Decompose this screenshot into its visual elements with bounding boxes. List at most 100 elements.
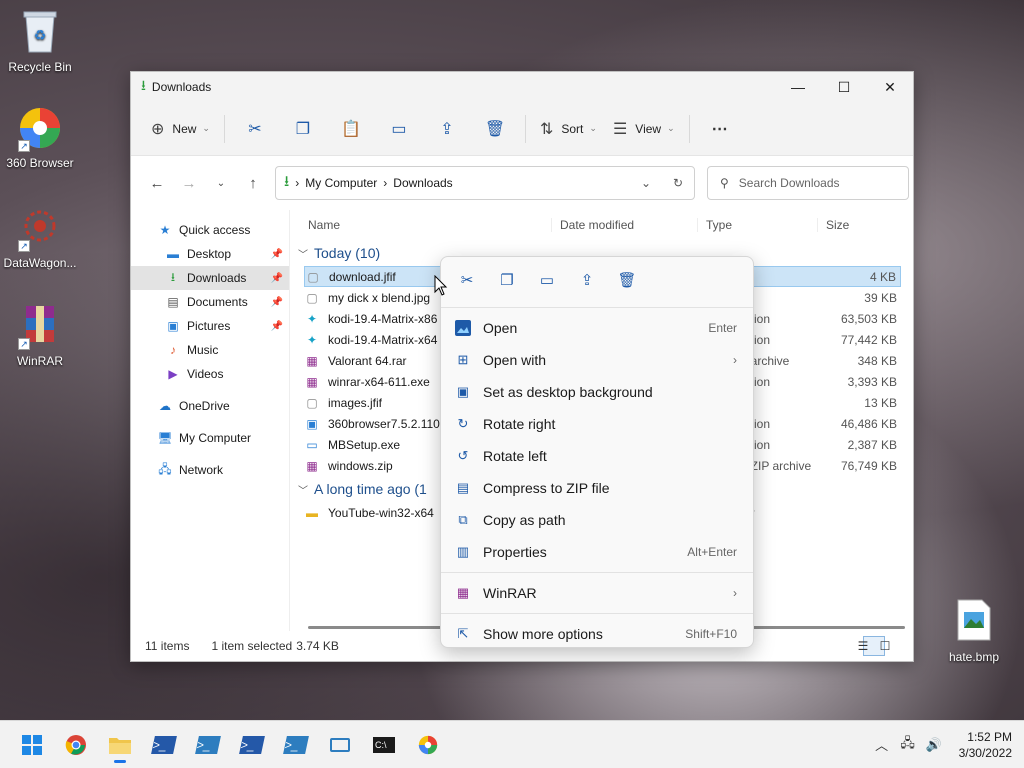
column-header-type[interactable]: Type xyxy=(698,218,818,232)
properties-icon: ▥ xyxy=(456,544,470,559)
new-button[interactable]: ⊕ New ⌄ xyxy=(143,112,218,146)
menu-item-set-desktop-background[interactable]: ▣ Set as desktop background xyxy=(441,376,753,408)
desktop-icon-360-browser[interactable]: ↗ 360 Browser xyxy=(0,104,80,170)
rename-button[interactable]: ▭ xyxy=(375,112,423,146)
nav-pictures[interactable]: ▣ Pictures 📌 xyxy=(131,314,289,338)
maximize-button[interactable]: ☐ xyxy=(821,72,867,102)
nav-videos[interactable]: ▶ Videos xyxy=(131,362,289,386)
address-history-button[interactable]: ⌄ xyxy=(630,176,662,190)
nav-onedrive[interactable]: ☁ OneDrive xyxy=(131,394,289,418)
taskbar-powershell-1[interactable]: >_ xyxy=(142,725,186,765)
taskbar-powershell-2[interactable]: >_ xyxy=(186,725,230,765)
taskbar-chrome[interactable] xyxy=(54,725,98,765)
item-count: 11 items xyxy=(145,639,190,653)
toolbar-separator xyxy=(688,114,690,143)
nav-quick-access[interactable]: ★ Quick access xyxy=(131,218,289,242)
clock[interactable]: 1:52 PM 3/30/2022 xyxy=(959,729,1012,761)
nav-label: Desktop xyxy=(187,247,232,261)
tiles-view-button[interactable]: ☐ xyxy=(880,636,907,656)
menu-item-label: Compress to ZIP file xyxy=(483,480,610,496)
taskbar-powershell-4[interactable]: >_ xyxy=(274,725,318,765)
title-bar[interactable]: ⭳ Downloads — ☐ ✕ xyxy=(131,72,913,102)
list-view-icon: ☰ xyxy=(612,120,628,138)
search-box[interactable]: ⚲ Search Downloads xyxy=(707,166,909,200)
close-button[interactable]: ✕ xyxy=(867,72,913,102)
recent-locations-button[interactable]: ⌄ xyxy=(205,178,237,189)
cut-button[interactable]: ✂ xyxy=(231,112,279,146)
desktop-icon-datawagon[interactable]: ↗ DataWagon... xyxy=(0,204,80,270)
search-placeholder: Search Downloads xyxy=(738,176,840,190)
copy-button[interactable]: ❐ xyxy=(279,112,327,146)
powershell-icon: >_ xyxy=(151,735,177,754)
chevron-down-icon: ﹀ xyxy=(298,249,308,261)
kodi-icon: ✦ xyxy=(306,311,318,326)
taskbar-360-browser[interactable] xyxy=(406,725,450,765)
shortcut-arrow-icon: ↗ xyxy=(18,240,30,252)
minimize-button[interactable]: — xyxy=(775,72,821,102)
volume-button[interactable]: 🔊 xyxy=(921,737,947,753)
rotate-left-icon: ↺ xyxy=(457,448,469,463)
forward-button[interactable]: → xyxy=(173,175,205,192)
nav-label: Videos xyxy=(187,367,224,381)
refresh-button[interactable]: ↻ xyxy=(662,176,694,190)
address-bar[interactable]: ⭳ › My Computer › Downloads ⌄ ↻ xyxy=(275,166,695,200)
menu-item-open-with[interactable]: ⊞ Open with › xyxy=(441,344,753,376)
view-button[interactable]: ☰ View ⌄ xyxy=(605,112,683,146)
taskbar-file-explorer[interactable] xyxy=(98,725,142,765)
delete-button[interactable]: 🗑 xyxy=(471,112,519,146)
pin-icon: 📌 xyxy=(270,296,283,308)
taskbar-terminal[interactable]: C:\ xyxy=(362,725,406,765)
menu-item-properties[interactable]: ▥ Properties Alt+Enter xyxy=(441,536,753,568)
copy-path-icon: ⧉ xyxy=(458,512,468,527)
selection-size: 3.74 KB xyxy=(296,639,339,653)
show-hidden-icons-button[interactable]: ︿ xyxy=(869,735,895,754)
sort-button[interactable]: ⇅ Sort ⌄ xyxy=(532,112,605,146)
more-options-button[interactable]: ⋯ xyxy=(696,112,744,146)
nav-documents[interactable]: ▤ Documents 📌 xyxy=(131,290,289,314)
menu-item-winrar[interactable]: ▦ WinRAR › xyxy=(441,577,753,609)
desktop-icon-hate-bmp[interactable]: hate.bmp xyxy=(934,598,1014,664)
svg-text:♻: ♻ xyxy=(34,27,47,43)
nav-music[interactable]: ♪ Music xyxy=(131,338,289,362)
file-type: . ZIP archive xyxy=(744,458,812,473)
up-button[interactable]: ↑ xyxy=(237,175,269,192)
cloud-icon: ☁ xyxy=(159,399,171,413)
photos-app-icon xyxy=(455,320,471,336)
menu-item-rotate-right[interactable]: ↻ Rotate right xyxy=(441,408,753,440)
menu-item-copy-as-path[interactable]: ⧉ Copy as path xyxy=(441,504,753,536)
details-view-icon: ☰ xyxy=(857,639,869,653)
column-header-date[interactable]: Date modified xyxy=(552,218,698,232)
desktop-icon-winrar[interactable]: ↗ WinRAR xyxy=(0,302,80,368)
menu-item-open[interactable]: Open Enter xyxy=(441,312,753,344)
paste-button[interactable]: 📋 xyxy=(327,112,375,146)
taskbar-app[interactable] xyxy=(318,725,362,765)
winrar-icon: ▦ xyxy=(306,353,318,368)
start-button[interactable] xyxy=(10,725,54,765)
column-header-name[interactable]: Name xyxy=(290,218,552,232)
cut-button[interactable]: ✂ xyxy=(447,271,487,289)
back-button[interactable]: ← xyxy=(141,175,173,192)
network-icon: 🖧 xyxy=(900,734,915,750)
tiles-view-icon: ☐ xyxy=(879,639,891,653)
share-button[interactable]: ⇪ xyxy=(423,112,471,146)
breadcrumb-my-computer[interactable]: My Computer xyxy=(305,176,377,190)
menu-item-rotate-left[interactable]: ↺ Rotate left xyxy=(441,440,753,472)
nav-network[interactable]: 🖧 Network xyxy=(131,458,289,482)
menu-item-label: Properties xyxy=(483,544,547,560)
menu-divider xyxy=(441,307,753,308)
menu-item-show-more-options[interactable]: ⇱ Show more options Shift+F10 xyxy=(441,618,753,650)
menu-item-compress-zip[interactable]: ▤ Compress to ZIP file xyxy=(441,472,753,504)
desktop-background-icon: ▣ xyxy=(456,384,470,399)
nav-downloads[interactable]: ⭳ Downloads 📌 xyxy=(131,266,289,290)
copy-button[interactable]: ❐ xyxy=(487,271,527,289)
delete-button[interactable]: 🗑 xyxy=(607,271,647,289)
nav-desktop[interactable]: ▬ Desktop 📌 xyxy=(131,242,289,266)
share-button[interactable]: ⇪ xyxy=(567,271,607,289)
network-status-button[interactable]: 🖧 xyxy=(895,734,921,756)
taskbar-powershell-3[interactable]: >_ xyxy=(230,725,274,765)
breadcrumb-downloads[interactable]: Downloads xyxy=(393,176,452,190)
desktop-icon-recycle-bin[interactable]: ♻ Recycle Bin xyxy=(0,8,80,74)
column-header-size[interactable]: Size xyxy=(818,218,892,232)
nav-my-computer[interactable]: 🖥 My Computer xyxy=(131,426,289,450)
rename-button[interactable]: ▭ xyxy=(527,271,567,289)
